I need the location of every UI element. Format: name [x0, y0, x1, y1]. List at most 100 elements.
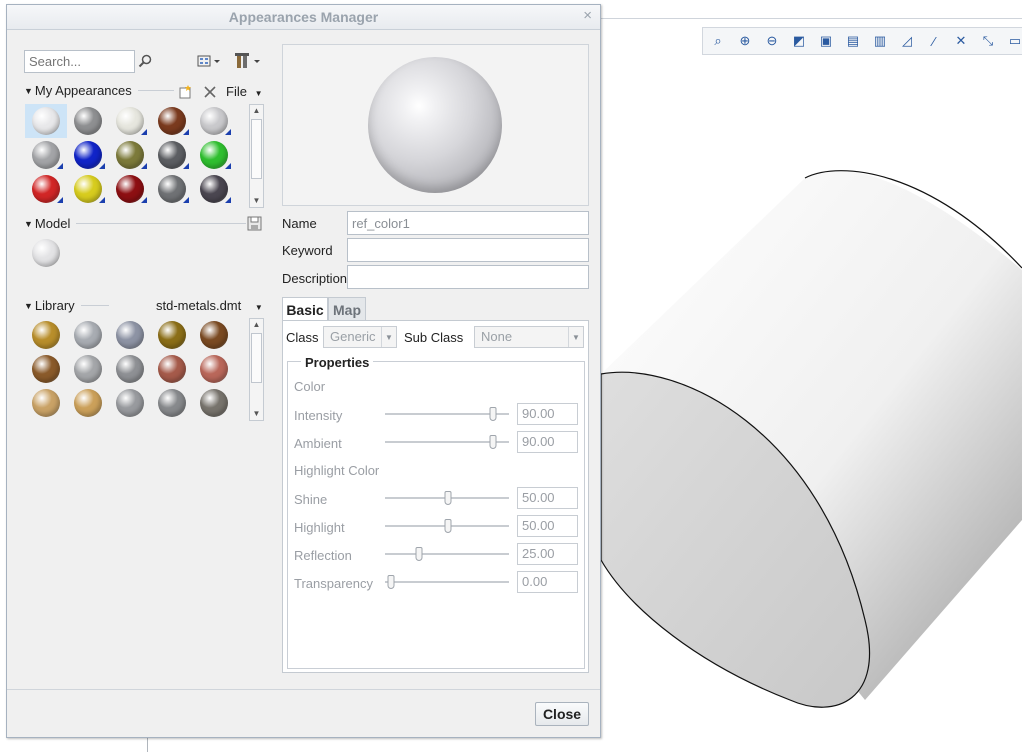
modified-marker-icon	[183, 197, 189, 203]
library-appearance-swatch[interactable]	[67, 386, 109, 420]
slider-handle[interactable]	[415, 547, 423, 561]
intensity-slider[interactable]	[385, 407, 509, 421]
collapse-icon[interactable]: ▼	[24, 219, 33, 229]
tools-icon[interactable]	[235, 52, 263, 70]
scroll-up-icon[interactable]: ▲	[250, 105, 263, 117]
reflection-value[interactable]: 25.00	[517, 543, 578, 565]
slider-handle[interactable]	[489, 407, 497, 421]
library-appearance-swatch[interactable]	[109, 318, 151, 352]
name-label: Name	[282, 216, 317, 231]
my-appearance-swatch[interactable]	[151, 172, 193, 206]
transparency-label: Transparency	[294, 576, 373, 591]
collapse-icon[interactable]: ▼	[24, 301, 33, 311]
my-appearance-swatch[interactable]	[151, 104, 193, 138]
model-appearance-swatch[interactable]	[25, 236, 67, 270]
library-appearance-swatch[interactable]	[193, 386, 235, 420]
my-appearance-swatch[interactable]	[67, 138, 109, 172]
library-appearance-swatch[interactable]	[193, 318, 235, 352]
search-icon[interactable]	[138, 54, 152, 68]
my-appearance-swatch[interactable]	[109, 104, 151, 138]
collapse-icon[interactable]: ▼	[24, 86, 33, 96]
subclass-select[interactable]: None ▼	[474, 326, 584, 348]
library-appearance-swatch[interactable]	[25, 352, 67, 386]
library-appearance-swatch[interactable]	[67, 352, 109, 386]
highlight-color-heading: Highlight Color	[294, 463, 380, 478]
my-appearance-swatch[interactable]	[109, 172, 151, 206]
modified-marker-icon	[99, 197, 105, 203]
ambient-slider[interactable]	[385, 435, 509, 449]
ambient-value[interactable]: 90.00	[517, 431, 578, 453]
library-file-label: std-metals.dmt	[156, 298, 242, 313]
library-appearance-swatch[interactable]	[151, 352, 193, 386]
keyword-field[interactable]	[347, 238, 589, 262]
library-appearance-swatch[interactable]	[67, 318, 109, 352]
tab-map[interactable]: Map	[328, 297, 366, 321]
name-field[interactable]	[347, 211, 589, 235]
divider	[7, 689, 600, 690]
slider-handle[interactable]	[444, 519, 451, 533]
appearance-sphere-icon	[32, 175, 60, 203]
close-button[interactable]: Close	[535, 702, 589, 726]
model-header[interactable]: ▼ Model	[24, 216, 247, 231]
appearance-sphere-icon	[158, 355, 186, 383]
my-appearance-swatch[interactable]	[193, 138, 235, 172]
library-appearance-swatch[interactable]	[25, 318, 67, 352]
my-appearance-swatch[interactable]	[151, 138, 193, 172]
library-appearance-swatch[interactable]	[151, 318, 193, 352]
intensity-value[interactable]: 90.00	[517, 403, 578, 425]
intensity-label: Intensity	[294, 408, 343, 423]
my-appearance-swatch[interactable]	[25, 172, 67, 206]
file-menu[interactable]: File ▼	[226, 84, 263, 99]
modified-marker-icon	[183, 163, 189, 169]
scroll-down-icon[interactable]: ▼	[250, 195, 263, 207]
tab-basic[interactable]: Basic	[282, 297, 328, 321]
delete-icon[interactable]	[203, 85, 217, 99]
chevron-down-icon: ▼	[381, 327, 396, 347]
library-appearance-swatch[interactable]	[109, 352, 151, 386]
library-appearance-swatch[interactable]	[109, 386, 151, 420]
shine-value[interactable]: 50.00	[517, 487, 578, 509]
slider-handle[interactable]	[444, 491, 451, 505]
modified-marker-icon	[183, 129, 189, 135]
save-model-appearances-icon[interactable]	[247, 216, 263, 232]
transparency-value[interactable]: 0.00	[517, 571, 578, 593]
library-file-selector[interactable]: std-metals.dmt ▼	[156, 298, 263, 313]
search-input[interactable]	[24, 50, 135, 73]
title-bar[interactable]: Appearances Manager ×	[7, 5, 600, 30]
library-appearance-swatch[interactable]	[151, 386, 193, 420]
library-appearance-swatch[interactable]	[25, 386, 67, 420]
highlight-label: Highlight	[294, 520, 345, 535]
slider-handle[interactable]	[387, 575, 395, 589]
description-field[interactable]	[347, 265, 589, 289]
file-menu-label: File	[226, 84, 247, 99]
library-appearance-swatch[interactable]	[193, 352, 235, 386]
close-icon[interactable]: ×	[583, 7, 592, 24]
slider-handle[interactable]	[489, 435, 497, 449]
my-appearance-swatch[interactable]	[25, 138, 67, 172]
ambient-label: Ambient	[294, 436, 342, 451]
appearance-sphere-icon	[116, 141, 144, 169]
my-appearances-scrollbar[interactable]: ▲ ▼	[249, 104, 264, 208]
highlight-slider[interactable]	[385, 519, 509, 533]
my-appearance-swatch[interactable]	[193, 172, 235, 206]
new-appearance-icon[interactable]	[178, 85, 192, 99]
view-options-icon[interactable]	[197, 54, 223, 68]
my-appearance-swatch[interactable]	[67, 172, 109, 206]
my-appearance-swatch[interactable]	[25, 104, 67, 138]
class-select[interactable]: Generic ▼	[323, 326, 397, 348]
shine-slider[interactable]	[385, 491, 509, 505]
my-appearance-swatch[interactable]	[67, 104, 109, 138]
scroll-up-icon[interactable]: ▲	[250, 319, 263, 331]
my-appearance-swatch[interactable]	[193, 104, 235, 138]
scroll-thumb[interactable]	[251, 333, 262, 383]
transparency-slider[interactable]	[385, 575, 509, 589]
scroll-down-icon[interactable]: ▼	[250, 408, 263, 420]
library-scrollbar[interactable]: ▲ ▼	[249, 318, 264, 421]
appearance-preview	[282, 44, 589, 206]
reflection-slider[interactable]	[385, 547, 509, 561]
divider	[76, 223, 247, 224]
highlight-value[interactable]: 50.00	[517, 515, 578, 537]
divider	[80, 305, 109, 306]
my-appearance-swatch[interactable]	[109, 138, 151, 172]
scroll-thumb[interactable]	[251, 119, 262, 179]
